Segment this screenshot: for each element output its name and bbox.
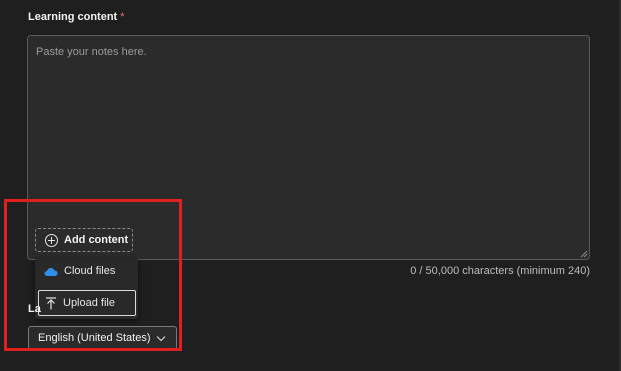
required-marker: * [120, 11, 125, 23]
annotation-highlight-box [4, 199, 182, 351]
learning-content-label: Learning content * [28, 11, 125, 23]
learning-content-label-text: Learning content [28, 11, 118, 23]
resize-handle-icon[interactable] [580, 250, 588, 258]
character-counter: 0 / 50,000 characters (minimum 240) [410, 265, 590, 277]
textarea-placeholder: Paste your notes here. [36, 46, 147, 58]
